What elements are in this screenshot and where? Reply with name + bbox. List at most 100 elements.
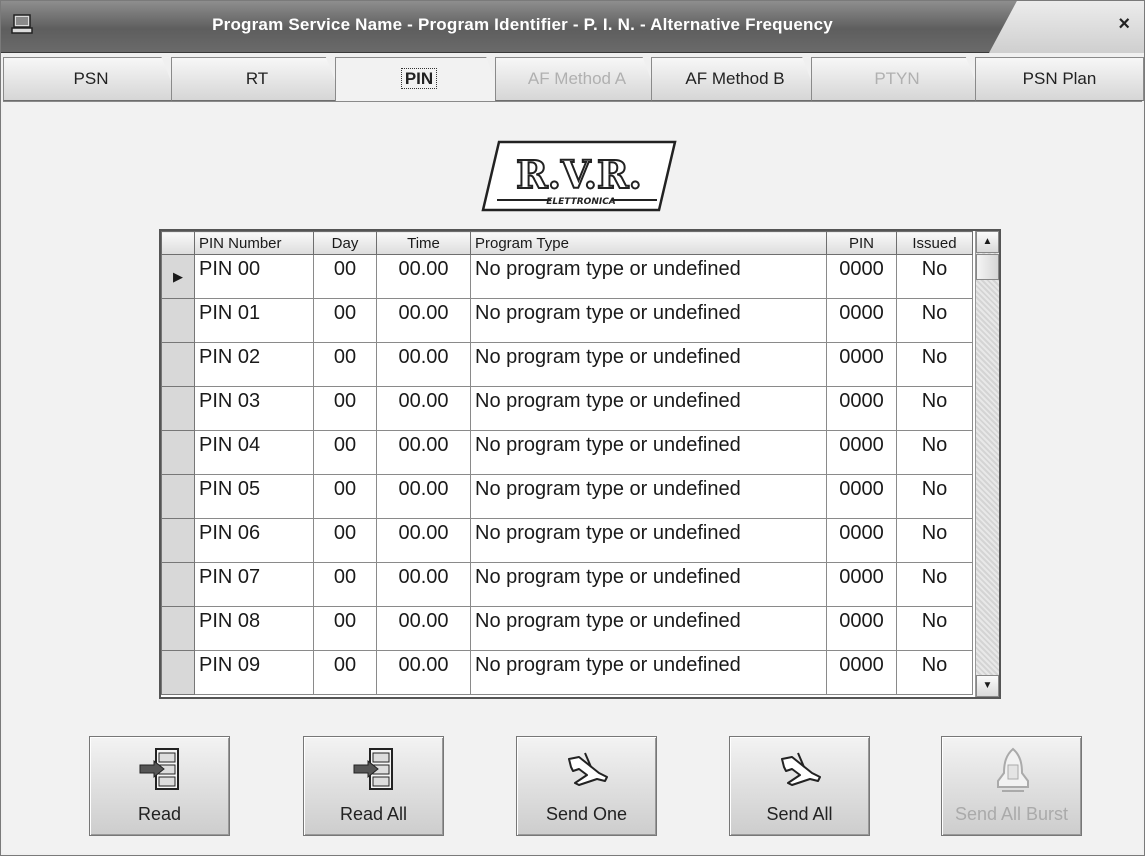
program-type-cell[interactable]: No program type or undefined xyxy=(470,430,827,475)
pin-number-cell[interactable]: PIN 02 xyxy=(194,342,314,387)
pin-number-cell[interactable]: PIN 05 xyxy=(194,474,314,519)
pin-cell[interactable]: 0000 xyxy=(826,342,897,387)
row-indicator[interactable]: ▶ xyxy=(161,254,195,299)
tab-psn[interactable]: PSN xyxy=(3,57,179,101)
title-bar[interactable]: Program Service Name - Program Identifie… xyxy=(1,1,1144,53)
issued-cell[interactable]: No xyxy=(896,298,973,343)
program-type-cell[interactable]: No program type or undefined xyxy=(470,518,827,563)
day-cell[interactable]: 00 xyxy=(313,562,377,607)
row-indicator[interactable] xyxy=(161,650,195,695)
table-row[interactable]: PIN 04 00 00.00 No program type or undefine… xyxy=(161,430,973,475)
day-cell[interactable]: 00 xyxy=(313,474,377,519)
column-header-pin[interactable]: PIN xyxy=(826,231,897,255)
column-header-day[interactable]: Day xyxy=(313,231,377,255)
day-cell[interactable]: 00 xyxy=(313,342,377,387)
table-row[interactable]: ▶ PIN 00 00 00.00 No program type or undefin… xyxy=(161,254,973,299)
time-cell[interactable]: 00.00 xyxy=(376,562,471,607)
pin-cell[interactable]: 0000 xyxy=(826,474,897,519)
issued-cell[interactable]: No xyxy=(896,650,973,695)
pin-cell[interactable]: 0000 xyxy=(826,386,897,431)
program-type-cell[interactable]: No program type or undefined xyxy=(470,298,827,343)
pin-number-cell[interactable]: PIN 03 xyxy=(194,386,314,431)
pin-number-cell[interactable]: PIN 01 xyxy=(194,298,314,343)
program-type-cell[interactable]: No program type or undefined xyxy=(470,254,827,299)
pin-cell[interactable]: 0000 xyxy=(826,430,897,475)
table-row[interactable]: PIN 06 00 00.00 No program type or undefine… xyxy=(161,518,973,563)
time-cell[interactable]: 00.00 xyxy=(376,342,471,387)
tab-af-method-b[interactable]: AF Method B xyxy=(651,57,819,101)
day-cell[interactable]: 00 xyxy=(313,518,377,563)
pin-cell[interactable]: 0000 xyxy=(826,298,897,343)
scroll-down-icon[interactable]: ▼ xyxy=(976,675,999,697)
pin-cell[interactable]: 0000 xyxy=(826,650,897,695)
day-cell[interactable]: 00 xyxy=(313,430,377,475)
row-indicator[interactable] xyxy=(161,430,195,475)
time-cell[interactable]: 00.00 xyxy=(376,430,471,475)
time-cell[interactable]: 00.00 xyxy=(376,298,471,343)
pin-cell[interactable]: 0000 xyxy=(826,254,897,299)
time-cell[interactable]: 00.00 xyxy=(376,386,471,431)
program-type-cell[interactable]: No program type or undefined xyxy=(470,386,827,431)
program-type-cell[interactable]: No program type or undefined xyxy=(470,562,827,607)
read-all-button[interactable]: Read All xyxy=(303,736,444,836)
table-row[interactable]: PIN 01 00 00.00 No program type or undefine… xyxy=(161,298,973,343)
column-header-pin-number[interactable]: PIN Number xyxy=(194,231,314,255)
send-all-button[interactable]: Send All xyxy=(729,736,870,836)
time-cell[interactable]: 00.00 xyxy=(376,254,471,299)
pin-data-grid[interactable]: PIN Number Day Time Program Type PIN Iss… xyxy=(159,229,1001,699)
table-row[interactable]: PIN 07 00 00.00 No program type or undefine… xyxy=(161,562,973,607)
day-cell[interactable]: 00 xyxy=(313,650,377,695)
time-cell[interactable]: 00.00 xyxy=(376,650,471,695)
send-one-button[interactable]: Send One xyxy=(516,736,657,836)
program-type-cell[interactable]: No program type or undefined xyxy=(470,650,827,695)
issued-cell[interactable]: No xyxy=(896,474,973,519)
vertical-scrollbar[interactable]: ▲ ▼ xyxy=(975,231,999,697)
day-cell[interactable]: 00 xyxy=(313,254,377,299)
pin-cell[interactable]: 0000 xyxy=(826,518,897,563)
table-row[interactable]: PIN 05 00 00.00 No program type or undefine… xyxy=(161,474,973,519)
send-all-burst-button[interactable]: Send All Burst xyxy=(941,736,1082,836)
pin-number-cell[interactable]: PIN 08 xyxy=(194,606,314,651)
pin-cell[interactable]: 0000 xyxy=(826,562,897,607)
day-cell[interactable]: 00 xyxy=(313,298,377,343)
row-indicator[interactable] xyxy=(161,606,195,651)
issued-cell[interactable]: No xyxy=(896,430,973,475)
program-type-cell[interactable]: No program type or undefined xyxy=(470,474,827,519)
column-header-issued[interactable]: Issued xyxy=(896,231,973,255)
day-cell[interactable]: 00 xyxy=(313,606,377,651)
scroll-up-icon[interactable]: ▲ xyxy=(976,231,999,253)
issued-cell[interactable]: No xyxy=(896,342,973,387)
table-row[interactable]: PIN 02 00 00.00 No program type or undefine… xyxy=(161,342,973,387)
table-row[interactable]: PIN 03 00 00.00 No program type or undefine… xyxy=(161,386,973,431)
issued-cell[interactable]: No xyxy=(896,518,973,563)
tab-af-method-a[interactable]: AF Method A xyxy=(495,57,659,101)
issued-cell[interactable]: No xyxy=(896,562,973,607)
tab-psn-plan[interactable]: PSN Plan xyxy=(975,57,1144,101)
pin-cell[interactable]: 0000 xyxy=(826,606,897,651)
read-button[interactable]: Read xyxy=(89,736,230,836)
issued-cell[interactable]: No xyxy=(896,606,973,651)
time-cell[interactable]: 00.00 xyxy=(376,606,471,651)
pin-number-cell[interactable]: PIN 09 xyxy=(194,650,314,695)
row-indicator[interactable] xyxy=(161,562,195,607)
pin-number-cell[interactable]: PIN 00 xyxy=(194,254,314,299)
tab-rt[interactable]: RT xyxy=(171,57,343,101)
time-cell[interactable]: 00.00 xyxy=(376,474,471,519)
row-indicator[interactable] xyxy=(161,386,195,431)
row-indicator[interactable] xyxy=(161,518,195,563)
pin-number-cell[interactable]: PIN 04 xyxy=(194,430,314,475)
column-header-program-type[interactable]: Program Type xyxy=(470,231,827,255)
table-row[interactable]: PIN 09 00 00.00 No program type or undefine… xyxy=(161,650,973,695)
row-indicator[interactable] xyxy=(161,342,195,387)
tab-ptyn[interactable]: PTYN xyxy=(811,57,983,101)
issued-cell[interactable]: No xyxy=(896,254,973,299)
pin-number-cell[interactable]: PIN 07 xyxy=(194,562,314,607)
time-cell[interactable]: 00.00 xyxy=(376,518,471,563)
row-indicator[interactable] xyxy=(161,298,195,343)
column-header-time[interactable]: Time xyxy=(376,231,471,255)
table-row[interactable]: PIN 08 00 00.00 No program type or undefine… xyxy=(161,606,973,651)
close-icon[interactable]: × xyxy=(1118,13,1130,36)
row-indicator[interactable] xyxy=(161,474,195,519)
issued-cell[interactable]: No xyxy=(896,386,973,431)
day-cell[interactable]: 00 xyxy=(313,386,377,431)
